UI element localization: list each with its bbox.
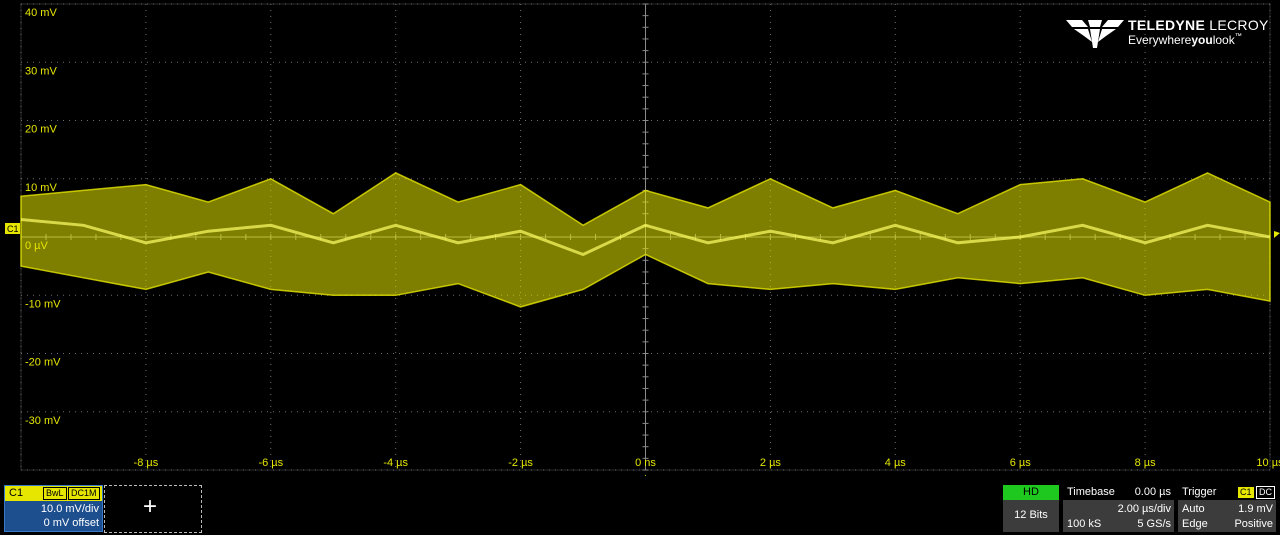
teledyne-logo-icon — [1066, 20, 1124, 48]
coupling-tag: DC1M — [68, 487, 100, 500]
x-tick-label: -4 µs — [383, 457, 408, 469]
channel-offset: 0 mV offset — [43, 517, 99, 529]
teledyne-lecroy-logo: TELEDYNE LECROY Everywhereyoulook™ — [1066, 16, 1269, 50]
resolution-bits: 12 Bits — [1014, 509, 1048, 521]
y-tick-label: 40 mV — [25, 7, 57, 19]
time-per-div: 2.00 µs/div — [1117, 503, 1171, 515]
y-tick-label: 20 mV — [25, 124, 57, 136]
x-tick-label: -8 µs — [134, 457, 159, 469]
x-tick-label: -2 µs — [508, 457, 533, 469]
trigger-slope: Positive — [1234, 518, 1273, 530]
x-tick-label: 10 µs — [1256, 457, 1280, 469]
trigger-level: 1.9 mV — [1238, 503, 1273, 515]
x-tick-label: -6 µs — [258, 457, 283, 469]
channel-marker-label: C1 — [7, 224, 19, 234]
timebase-delay: 0.00 µs — [1134, 486, 1171, 498]
x-tick-label: 6 µs — [1010, 457, 1032, 469]
y-tick-label: 0 µV — [25, 240, 49, 252]
trigger-coupling-tag: DC — [1256, 486, 1275, 499]
bottom-panel-bar: C1 BwL DC1M 10.0 mV/div 0 mV offset + HD… — [0, 476, 1280, 535]
brand-name: TELEDYNE LECROY — [1128, 17, 1269, 33]
sample-count: 100 kS — [1067, 518, 1102, 530]
channel-c1-descriptor[interactable]: C1 BwL DC1M 10.0 mV/div 0 mV offset — [4, 485, 103, 532]
volts-per-div: 10.0 mV/div — [40, 503, 99, 515]
timebase-title: Timebase — [1067, 486, 1115, 498]
trigger-level-marker — [1274, 231, 1280, 238]
x-tick-label: 8 µs — [1135, 457, 1157, 469]
y-tick-label: 10 mV — [25, 182, 57, 194]
trigger-mode: Auto — [1182, 503, 1205, 515]
add-trace-button[interactable]: + — [104, 485, 202, 533]
y-tick-label: -20 mV — [25, 357, 61, 369]
sample-rate: 5 GS/s — [1137, 518, 1171, 530]
y-tick-label: 30 mV — [25, 65, 57, 77]
x-tick-label: 4 µs — [885, 457, 907, 469]
waveform-grid: 40 mV 30 mV 20 mV 10 mV 0 µV -10 mV -20 mV -30 … — [5, 3, 1280, 476]
x-tick-label: 0 ns — [635, 457, 656, 469]
waveform-display[interactable]: 40 mV 30 mV 20 mV 10 mV 0 µV -10 mV -20 mV -30 … — [0, 0, 1280, 476]
trigger-descriptor[interactable]: Trigger C1 DC Auto 1.9 mV Edge Positive — [1178, 485, 1276, 532]
timebase-descriptor[interactable]: Timebase 0.00 µs 2.00 µs/div 100 kS 5 GS… — [1063, 485, 1174, 532]
plus-icon: + — [143, 493, 158, 520]
channel-name: C1 — [9, 487, 24, 499]
trigger-type: Edge — [1182, 518, 1208, 530]
channel-c1-header: C1 BwL DC1M — [5, 486, 102, 501]
brand-tagline: Everywhereyoulook™ — [1128, 33, 1242, 47]
y-tick-label: -30 mV — [25, 415, 61, 427]
bandwidth-limit-tag: BwL — [43, 487, 67, 500]
trigger-title: Trigger — [1182, 486, 1217, 498]
hd-label: HD — [1003, 485, 1059, 500]
trigger-source-tag: C1 — [1238, 487, 1254, 498]
y-tick-label: -10 mV — [25, 298, 61, 310]
hd-descriptor[interactable]: HD 12 Bits — [1003, 485, 1059, 532]
x-tick-label: 2 µs — [760, 457, 782, 469]
